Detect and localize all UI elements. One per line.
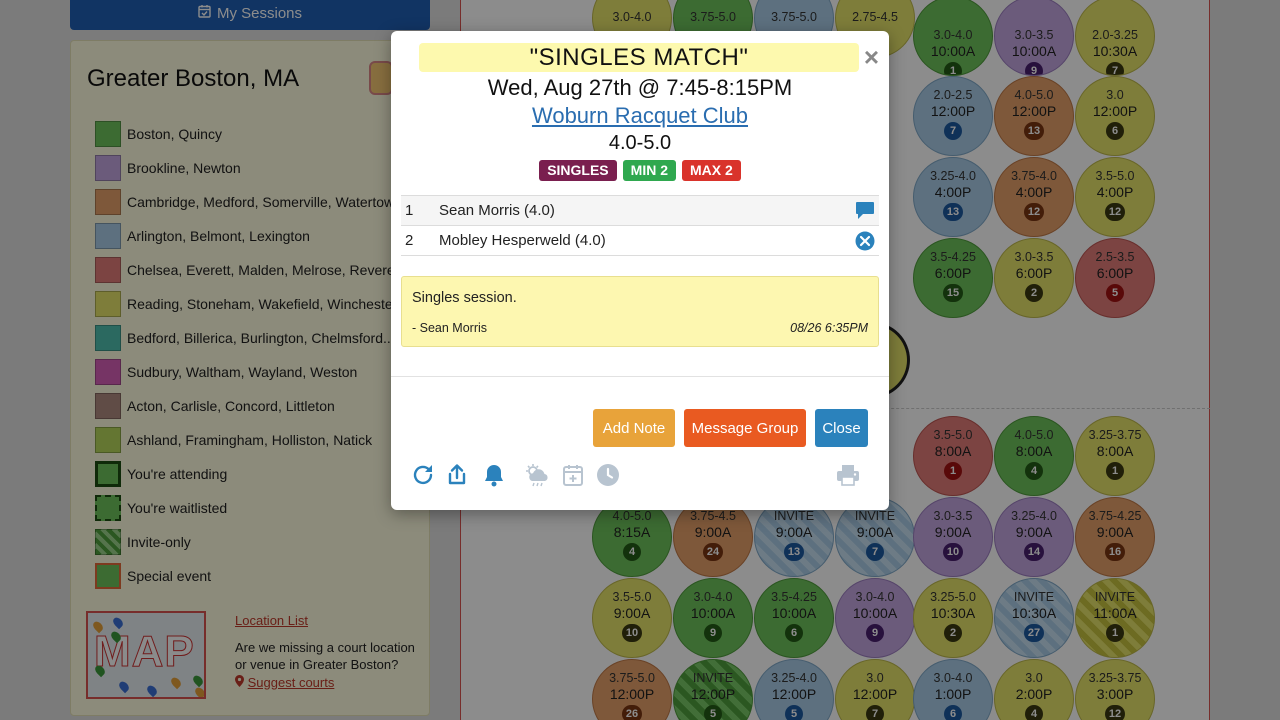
note-timestamp: 08/26 6:35PM [790,321,868,335]
message-group-button[interactable]: Message Group [684,409,806,447]
session-modal: "SINGLES MATCH" × Wed, Aug 27th @ 7:45-8… [391,31,889,510]
max-badge: MAX 2 [682,160,741,181]
print-icon[interactable] [834,461,862,489]
close-icon[interactable]: × [864,44,879,70]
roster-number: 1 [405,202,414,219]
weather-icon[interactable] [521,461,555,489]
note-text: Singles session. [412,290,517,306]
share-icon[interactable] [443,461,471,489]
player-roster: 1 Sean Morris (4.0) 2 Mobley Hesperweld … [401,195,879,256]
remove-circle-icon[interactable] [851,231,879,251]
roster-number: 2 [405,232,414,249]
session-title: "SINGLES MATCH" [419,43,859,72]
type-badge: SINGLES [539,160,617,181]
clock-icon[interactable] [594,461,622,489]
player-name[interactable]: Mobley Hesperweld (4.0) [439,232,851,249]
close-button[interactable]: Close [815,409,868,447]
roster-row: 1 Sean Morris (4.0) [401,195,879,225]
roster-row: 2 Mobley Hesperweld (4.0) [401,225,879,255]
chat-icon[interactable] [851,201,879,220]
add-note-button[interactable]: Add Note [593,409,675,447]
session-level: 4.0-5.0 [608,132,672,154]
modal-divider [391,376,889,377]
refresh-icon[interactable] [409,461,437,489]
session-note: Singles session. - Sean Morris 08/26 6:3… [401,276,879,347]
session-badges: SINGLES MIN 2 MAX 2 [391,160,889,181]
note-author: - Sean Morris [412,321,488,335]
bell-icon[interactable] [480,461,508,489]
calendar-add-icon[interactable] [559,461,587,489]
player-name[interactable]: Sean Morris (4.0) [439,202,851,219]
min-badge: MIN 2 [622,160,676,181]
venue-link[interactable]: Woburn Racquet Club [391,103,889,129]
session-date: Wed, Aug 27th @ 7:45-8:15PM [487,75,793,100]
